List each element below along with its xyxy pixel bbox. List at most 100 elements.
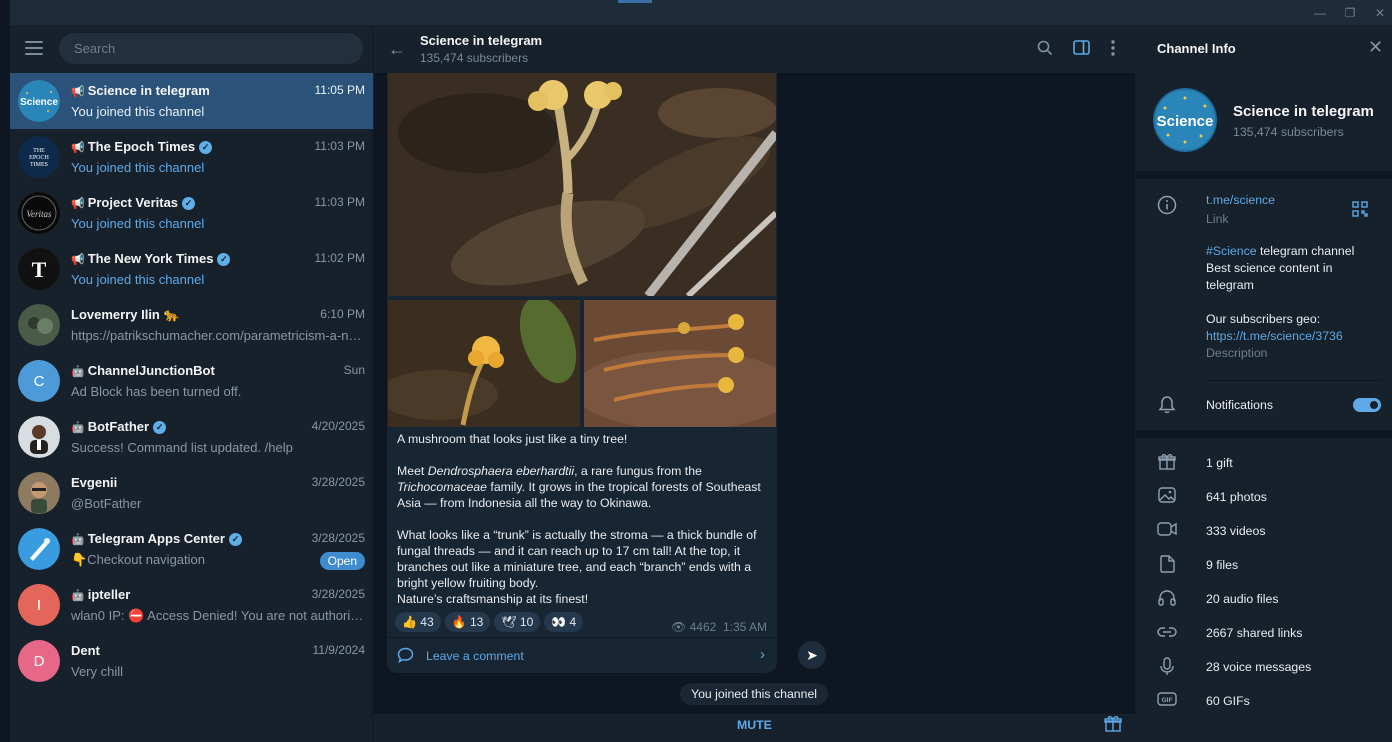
shared-media-item[interactable]: 60 GIFs [1206,693,1250,710]
chat-item[interactable]: Evgenii 3/28/2025 @BotFather [10,465,373,521]
chat-item[interactable]: D Dent 11/9/2024 Very chill [10,633,373,689]
shared-media-item[interactable]: 20 audio files [1206,591,1278,608]
caption-paragraph-2: What looks like a “trunk” is actually th… [397,528,757,590]
chat-title[interactable]: Science in telegram [420,33,542,48]
post-photo-2[interactable] [388,300,580,427]
description-hashtag[interactable]: #Science [1206,244,1257,258]
chat-name-row: 📢 Science in telegram [71,83,210,98]
bell-icon [1157,395,1177,415]
chat-item[interactable]: THE EPOCH TIMES 📢 The Epoch Times ✓ 11:03 PM Yo… [10,129,373,185]
reaction-chip[interactable]: 👀 4 [544,612,584,632]
chat-name: Project Veritas [87,195,179,210]
avatar [18,528,60,570]
chat-item[interactable]: T 📢 The New York Times ✓ 11:02 PM You joined … [10,241,373,297]
chat-name: Science in telegram [87,83,210,98]
service-message: You joined this channel [680,683,829,705]
bottom-bar: MUTE [374,714,1135,742]
svg-text:GIF: GIF [1162,697,1173,704]
chat-time: 3/28/2025 [311,475,365,489]
bot-icon: 🤖 [71,534,85,546]
chat-name: The Epoch Times [87,139,196,154]
shared-media-item[interactable]: 9 files [1206,557,1238,574]
description-geo: Our subscribers geo: [1206,312,1321,326]
shared-media-item[interactable]: 1 gift [1206,455,1233,472]
title-bar: — ❐ ✕ [10,0,1392,25]
share-icon[interactable]: ➤ [798,641,826,669]
chat-list-panel: Search Science 📢 Science in telegram 11:05 … [10,25,373,742]
channel-subscribers: 135,474 subscribers [1233,125,1344,139]
svg-text:Science: Science [1157,113,1214,130]
chat-name: Lovemerry Ilin 🐆 [71,307,180,322]
reaction-emoji: 👀 [551,615,567,629]
avatar [18,472,60,514]
chat-name-row: 🤖 BotFather ✓ [71,419,167,434]
chat-time: 11:03 PM [314,195,365,209]
hamburger-menu-icon[interactable] [25,41,43,55]
chat-item[interactable]: Veritas 📢 Project Veritas ✓ 11:03 PM You join… [10,185,373,241]
chat-preview: You joined this channel [71,104,205,119]
reaction-chip[interactable]: 👍 43 [395,612,441,632]
eye-icon: 👁 [671,620,687,634]
chat-time: 11/9/2024 [312,643,366,657]
channel-avatar[interactable]: Science [1153,88,1217,152]
description-geo-link[interactable]: https://t.me/science/3736 [1206,329,1343,343]
more-options-icon[interactable] [1104,40,1122,58]
chat-item[interactable]: I 🤖 ipteller 3/28/2025 wlan0 IP: ⛔ Access De… [10,577,373,633]
shared-media-item[interactable]: 641 photos [1206,489,1267,506]
reaction-count: 10 [519,615,534,629]
chat-item[interactable]: 🤖 Telegram Apps Center ✓ 3/28/2025 👇Checkout… [10,521,373,577]
title-bar-accent [618,0,652,3]
reaction-chip[interactable]: 🔥 13 [444,612,491,632]
chat-time: 11:03 PM [314,139,365,153]
shared-media-item[interactable]: 2667 shared links [1206,625,1302,642]
verified-badge-icon: ✓ [182,197,196,210]
channel-info-panel: Channel Info ✕ Science Science in telegr… [1136,25,1392,742]
gift-icon[interactable] [1104,715,1122,737]
microphone-icon [1157,657,1177,677]
post-photo-3[interactable] [584,300,776,427]
reaction-count: 4 [569,615,577,629]
chat-item[interactable]: C 🤖 ChannelJunctionBot Sun Ad Block has been… [10,353,373,409]
chat-item[interactable]: Science 📢 Science in telegram 11:05 PM You j… [10,73,373,129]
qr-code-icon[interactable] [1352,201,1368,217]
reaction-emoji: 🔥 [451,615,467,629]
close-icon[interactable]: ✕ [1368,37,1383,58]
shared-media-item[interactable]: 28 voice messages [1206,659,1311,676]
bot-icon: 🤖 [71,366,85,378]
notifications-toggle[interactable] [1353,398,1381,412]
channel-link[interactable]: t.me/science [1206,192,1275,209]
leave-comment-button[interactable]: Leave a comment › [387,637,777,673]
reaction-chip[interactable]: 🕊 10 [494,612,541,632]
caption-text: Meet [397,464,428,478]
search-input[interactable]: Search [59,33,363,64]
post-photo-main[interactable] [388,73,776,296]
avatar: Science [18,80,60,122]
channel-post: A mushroom that looks just like a tiny t… [387,73,777,673]
chat-item[interactable]: 🤖 BotFather ✓ 4/20/2025 Success! Command lis… [10,409,373,465]
mute-button[interactable]: MUTE [737,718,772,732]
chat-name: BotFather [87,419,150,434]
caption-paragraph-3: Nature’s craftsmanship at its finest! [397,592,589,606]
search-icon[interactable] [1036,40,1054,58]
minimize-button[interactable]: — [1312,5,1328,21]
chat-item[interactable]: Lovemerry Ilin 🐆 6:10 PM https://patriksch… [10,297,373,353]
megaphone-icon: 📢 [71,198,85,210]
avatar: Veritas [18,192,60,234]
chat-header: ← Science in telegram 135,474 subscriber… [374,25,1135,73]
reaction-count: 43 [420,615,434,629]
bot-icon: 🤖 [71,590,85,602]
close-window-button[interactable]: ✕ [1372,5,1388,21]
sidebar-toggle-icon[interactable] [1072,40,1090,58]
back-arrow-icon[interactable]: ← [388,39,406,60]
chat-name-row: 📢 The New York Times ✓ [71,251,231,266]
shared-media-item[interactable]: 333 videos [1206,523,1265,540]
file-icon [1157,555,1177,575]
caption-species: Dendrosphaera eberhardtii [427,464,575,478]
gif-icon: GIF [1157,691,1177,711]
maximize-button[interactable]: ❐ [1342,5,1358,21]
video-icon [1157,521,1177,541]
divider [1206,380,1382,381]
open-app-button[interactable]: Open [319,552,365,570]
comment-label: Leave a comment [426,649,524,663]
caption-family: Trichocomaceae [397,480,487,494]
